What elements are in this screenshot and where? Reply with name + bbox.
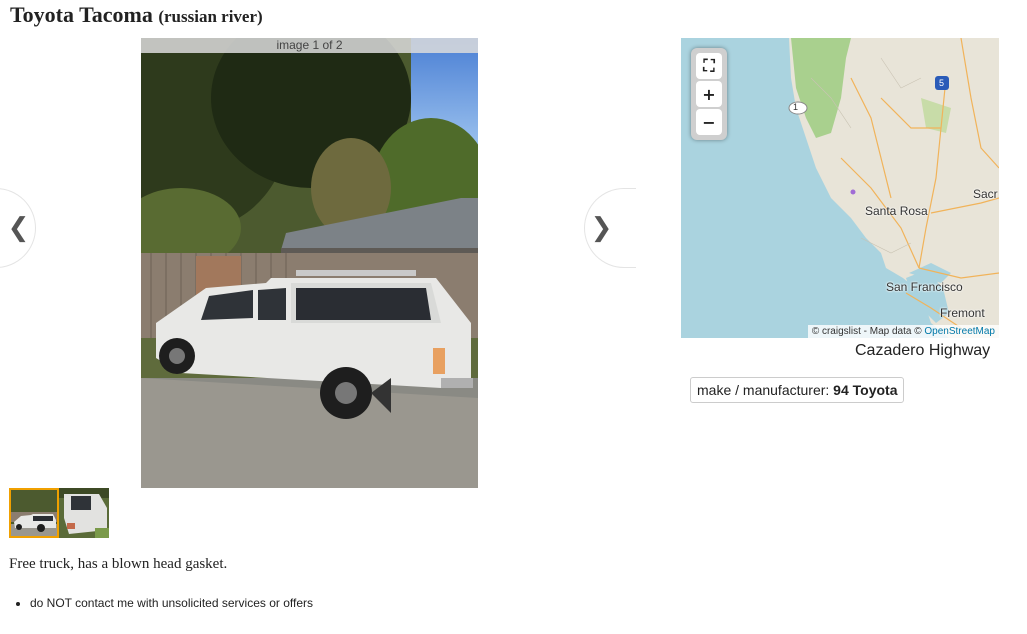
map-attribution: © craigslist - Map data © OpenStreetMap xyxy=(807,325,999,338)
fullscreen-button[interactable]: ⛶ xyxy=(696,53,722,79)
main-image[interactable] xyxy=(141,38,478,488)
zoom-in-button[interactable]: + xyxy=(696,81,722,107)
fullscreen-icon: ⛶ xyxy=(703,56,715,75)
attribute-value: 94 Toyota xyxy=(833,382,898,398)
plus-icon: + xyxy=(702,84,716,104)
notices-list: do NOT contact me with unsolicited servi… xyxy=(9,596,313,610)
chevron-left-icon: ❮ xyxy=(7,213,30,243)
notice-item: do NOT contact me with unsolicited servi… xyxy=(30,596,313,610)
thumbnail-2[interactable] xyxy=(59,488,109,538)
thumbnail-strip xyxy=(9,488,109,538)
map-controls: ⛶ + − xyxy=(691,48,727,140)
chevron-right-icon: ❯ xyxy=(590,213,613,243)
fremont-label: Fremont xyxy=(940,306,985,320)
truck-photo xyxy=(141,38,478,488)
openstreetmap-link[interactable]: OpenStreetMap xyxy=(924,326,995,337)
thumbnail-1[interactable] xyxy=(9,488,59,538)
sacramento-label: Sacr xyxy=(973,187,998,201)
attribute-label: make / manufacturer: xyxy=(697,382,830,398)
map-address: Cazadero Highway xyxy=(855,342,991,359)
route-5-label: 5 xyxy=(939,78,945,88)
san-francisco-label: San Francisco xyxy=(886,280,963,294)
posting-location: (russian river) xyxy=(158,7,263,26)
image-gallery: image 1 of 2 ❮ ❯ xyxy=(0,38,636,488)
map[interactable]: 1 5 Santa Rosa Sacr San Francisco Fremon… xyxy=(681,38,999,338)
posting-body: Free truck, has a blown head gasket. xyxy=(9,556,228,572)
zoom-out-button[interactable]: − xyxy=(696,109,722,135)
route-1-label: 1 xyxy=(793,102,799,112)
santa-rosa-label: Santa Rosa xyxy=(865,204,928,218)
prev-image-button[interactable]: ❮ xyxy=(0,188,36,268)
minus-icon: − xyxy=(702,112,716,132)
image-counter: image 1 of 2 xyxy=(141,38,478,53)
posting-title: Toyota Tacoma (russian river) xyxy=(10,2,263,28)
map-attribution-text: © craigslist - Map data © xyxy=(811,326,922,337)
next-image-button[interactable]: ❯ xyxy=(584,188,636,268)
posting-title-text: Toyota Tacoma xyxy=(10,2,153,27)
truck-thumbnail-icon xyxy=(11,490,57,536)
attribute-make: make / manufacturer: 94 Toyota xyxy=(690,377,905,403)
truck-rear-thumbnail-icon xyxy=(59,488,109,538)
